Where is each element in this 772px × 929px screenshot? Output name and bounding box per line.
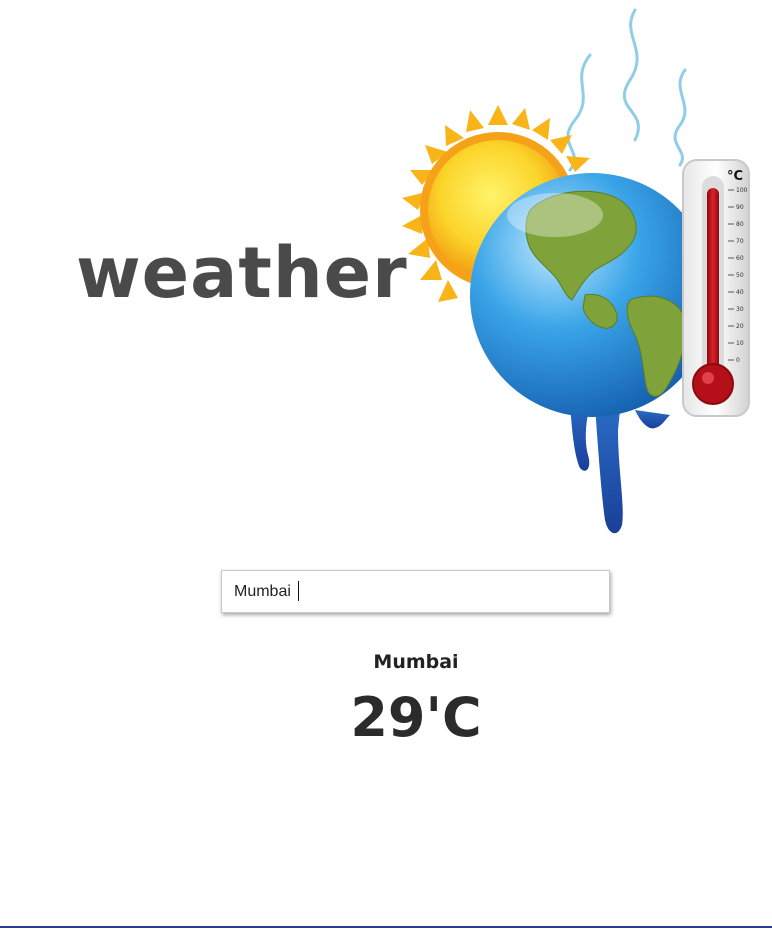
melting-drip-icon [570,400,670,534]
thermometer-scale-label: 30 [736,306,744,313]
weather-illustration-svg: °C 100 90 80 70 60 50 40 30 20 10 0 [402,8,750,534]
weather-page: weather °C 100 90 80 70 60 50 40 30 20 1… [0,0,772,929]
thermometer-scale-label: 40 [736,289,744,296]
heat-wave-icon [566,8,687,172]
bottom-divider [0,926,772,928]
result-temperature: 29'C [350,686,482,749]
thermometer-scale-label: 20 [736,323,744,330]
city-search-input[interactable] [222,571,609,612]
thermometer-scale-label: 60 [736,255,744,262]
sun-globe-thermometer-illustration: °C 100 90 80 70 60 50 40 30 20 10 0 [380,0,772,545]
text-caret [298,581,299,601]
thermometer-scale-label: 10 [736,340,744,347]
thermometer-scale-label: 50 [736,272,744,279]
weather-wordmark: weather [76,232,408,314]
thermometer-scale-label: 100 [736,187,748,194]
city-search-box[interactable] [221,570,610,613]
thermometer-scale-label: 0 [736,357,740,364]
hero-banner: weather °C 100 90 80 70 60 50 40 30 20 1… [0,0,772,545]
thermometer-icon: °C 100 90 80 70 60 50 40 30 20 10 0 [682,159,750,417]
thermometer-scale-label: 90 [736,204,744,211]
result-city-name: Mumbai [373,651,459,673]
thermometer-scale-label: 70 [736,238,744,245]
thermometer-unit-label: °C [727,169,743,184]
thermometer-scale-label: 80 [736,221,744,228]
